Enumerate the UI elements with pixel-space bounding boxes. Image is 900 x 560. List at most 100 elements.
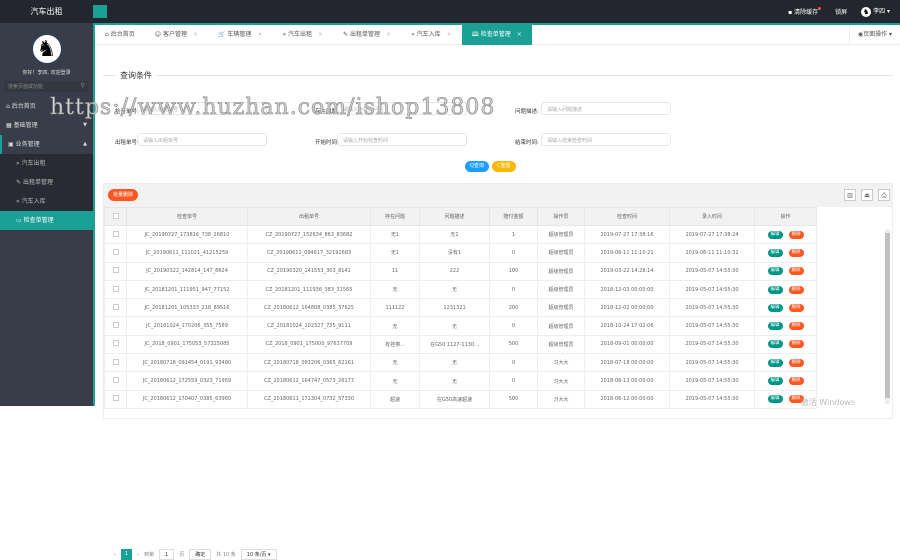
tab-rent-orders[interactable]: ✎ 出租单管理 × <box>333 25 401 45</box>
end-time-input[interactable]: 请输入结束检查时间 <box>541 133 671 146</box>
delete-button[interactable]: 删除 <box>788 340 804 349</box>
row-checkbox[interactable] <box>112 377 119 384</box>
close-icon[interactable]: × <box>257 31 262 38</box>
export-icon[interactable]: ⏏ <box>861 189 873 201</box>
row-checkbox[interactable] <box>112 322 119 329</box>
edit-button[interactable]: 编辑 <box>767 340 783 349</box>
row-checkbox[interactable] <box>112 340 119 347</box>
table-cell: 2018-09-01 00:00:00 <box>584 334 670 355</box>
start-time-input[interactable]: 请输入开始检查时间 <box>337 133 467 146</box>
rent-no-input[interactable]: 请输入出租单号 <box>137 133 267 146</box>
column-header[interactable]: 检查时间 <box>584 207 670 226</box>
table-cell: 习大大 <box>537 353 585 373</box>
page-operations-menu[interactable]: ◉页面操作 ▾ <box>848 25 900 45</box>
close-icon[interactable]: × <box>386 31 391 38</box>
delete-button[interactable]: 删除 <box>788 303 804 312</box>
table-scrollbar[interactable] <box>885 229 890 404</box>
check-no-input[interactable]: 请输入检查单号 <box>137 102 267 115</box>
row-checkbox[interactable] <box>112 248 119 255</box>
edit-button[interactable]: 编辑 <box>767 377 783 386</box>
column-header[interactable]: 录入时间 <box>669 207 755 226</box>
column-header[interactable]: 出租单号 <box>247 207 371 226</box>
sidebar-search-input[interactable]: 搜索页面或功能 ⚲ <box>4 81 89 92</box>
edit-button[interactable]: 编辑 <box>767 395 783 404</box>
delete-button[interactable]: 删除 <box>788 322 804 331</box>
row-checkbox[interactable] <box>112 285 119 292</box>
prev-page-button[interactable]: ‹ <box>114 552 116 558</box>
reset-button[interactable]: C重置 <box>492 161 516 172</box>
columns-icon[interactable]: ▥ <box>844 189 856 201</box>
table-cell: 无 <box>419 353 490 373</box>
delete-button[interactable]: 删除 <box>788 377 804 386</box>
select-all-checkbox[interactable] <box>112 212 119 219</box>
edit-button[interactable]: 编辑 <box>767 285 783 294</box>
delete-button[interactable]: 删除 <box>788 248 804 257</box>
column-header[interactable]: 问题描述 <box>419 207 490 226</box>
search-icon: ⚲ <box>80 82 85 89</box>
sidebar-item-rent-orders[interactable]: ✎ 出租单管理 <box>0 173 93 192</box>
tab-cars[interactable]: 🛒 车辆管理 × <box>208 25 272 45</box>
edit-button[interactable]: 编辑 <box>767 322 783 331</box>
next-page-button[interactable]: › <box>137 552 139 558</box>
rent-no-label: 出租单号: <box>115 140 139 146</box>
sidebar-item-basic[interactable]: ▦ 基础管理 ▼ <box>0 116 93 135</box>
row-checkbox[interactable] <box>112 267 119 274</box>
edit-button[interactable]: 编辑 <box>767 358 783 367</box>
table-row: JC_20190611_111021_41215259 CZ_20190611_0… <box>104 243 817 263</box>
column-header[interactable]: 操作 <box>754 207 817 226</box>
table-row: JC_20190322_142814_147_8624 CZ_20190320_1… <box>104 261 817 281</box>
row-checkbox[interactable] <box>112 230 119 237</box>
pagination: ‹ 1 › 到第 1 页 确定 共 10 条 10 条/页 ▾ <box>114 549 277 560</box>
issue-input[interactable]: 请输入存在的问题 <box>337 102 467 115</box>
sidebar-item-car-return[interactable]: « 汽车入库 <box>0 192 93 211</box>
table-cell: JC_20190727_173816_738_26810 <box>126 224 248 245</box>
row-checkbox[interactable] <box>112 358 119 365</box>
cars-icon: 🛒 <box>217 30 226 38</box>
lock-screen-button[interactable]: 锁屏 <box>835 7 847 16</box>
description-input[interactable]: 请输入问题描述 <box>541 102 671 115</box>
print-icon[interactable]: ⎙ <box>878 189 890 201</box>
table-cell: 2019-07-27 17:38:16 <box>584 224 670 245</box>
tab-car-rent[interactable]: » 汽车出租 × <box>272 25 333 45</box>
column-header[interactable]: 检查单号 <box>126 207 248 226</box>
close-icon[interactable]: × <box>447 31 452 38</box>
clear-cache-button[interactable]: ▪ 清除缓存 <box>788 7 822 16</box>
page-size-select[interactable]: 10 条/页 ▾ <box>240 549 277 560</box>
tab-car-return[interactable]: « 汽车入库 × <box>401 25 462 45</box>
sidebar-item-business[interactable]: ▣ 业务管理 ▲ <box>0 135 93 154</box>
row-checkbox[interactable] <box>112 395 119 402</box>
tab-check-orders[interactable]: 🕮 检查单管理 × <box>461 24 532 45</box>
sidebar-item-check-orders[interactable]: ▭ 检查单管理 <box>0 211 93 230</box>
table-cell: 2019-05-07 14:55:30 <box>669 316 755 336</box>
table-cell: 超级管理员 <box>537 261 585 281</box>
column-header[interactable]: 存在问题 <box>370 207 420 226</box>
column-header[interactable]: 赔付金额 <box>489 207 538 226</box>
edit-button[interactable]: 编辑 <box>767 248 783 257</box>
table-cell: 2019-03-22 14:28:14 <box>584 261 670 281</box>
edit-button[interactable]: 编辑 <box>767 230 783 239</box>
delete-button[interactable]: 删除 <box>788 358 804 367</box>
edit-button[interactable]: 编辑 <box>767 303 783 312</box>
table-cell: 习大大 <box>537 371 585 391</box>
tab-home[interactable]: ⌂ 后台首页 <box>95 25 145 45</box>
search-button[interactable]: Q查询 <box>465 161 489 172</box>
user-menu[interactable]: ♞ 李四 ▾ <box>861 6 890 17</box>
delete-button[interactable]: 删除 <box>788 267 804 276</box>
close-icon[interactable]: × <box>517 31 522 38</box>
page-number-input[interactable]: 1 <box>159 549 175 560</box>
page-1-button[interactable]: 1 <box>121 549 132 560</box>
menu-toggle-button[interactable] <box>93 5 107 18</box>
delete-button[interactable]: 删除 <box>788 285 804 294</box>
sidebar: ♞ 你好！李四, 欢迎登录 搜索页面或功能 ⚲ ⌂ 后台首页 ▦ 基础管理 ▼ ▣ … <box>0 23 93 406</box>
close-icon[interactable]: × <box>193 31 198 38</box>
tab-customers[interactable]: ☺ 客户管理 × <box>145 25 208 45</box>
confirm-page-button[interactable]: 确定 <box>189 549 212 560</box>
batch-delete-button[interactable]: 批量删除 <box>108 189 139 201</box>
sidebar-item-car-rent[interactable]: » 汽车出租 <box>0 154 93 173</box>
edit-button[interactable]: 编辑 <box>767 267 783 276</box>
delete-button[interactable]: 删除 <box>788 230 804 239</box>
sidebar-item-home[interactable]: ⌂ 后台首页 <box>0 97 93 116</box>
close-icon[interactable]: × <box>318 31 323 38</box>
row-checkbox[interactable] <box>112 303 119 310</box>
column-header[interactable]: 操作员 <box>537 207 585 226</box>
